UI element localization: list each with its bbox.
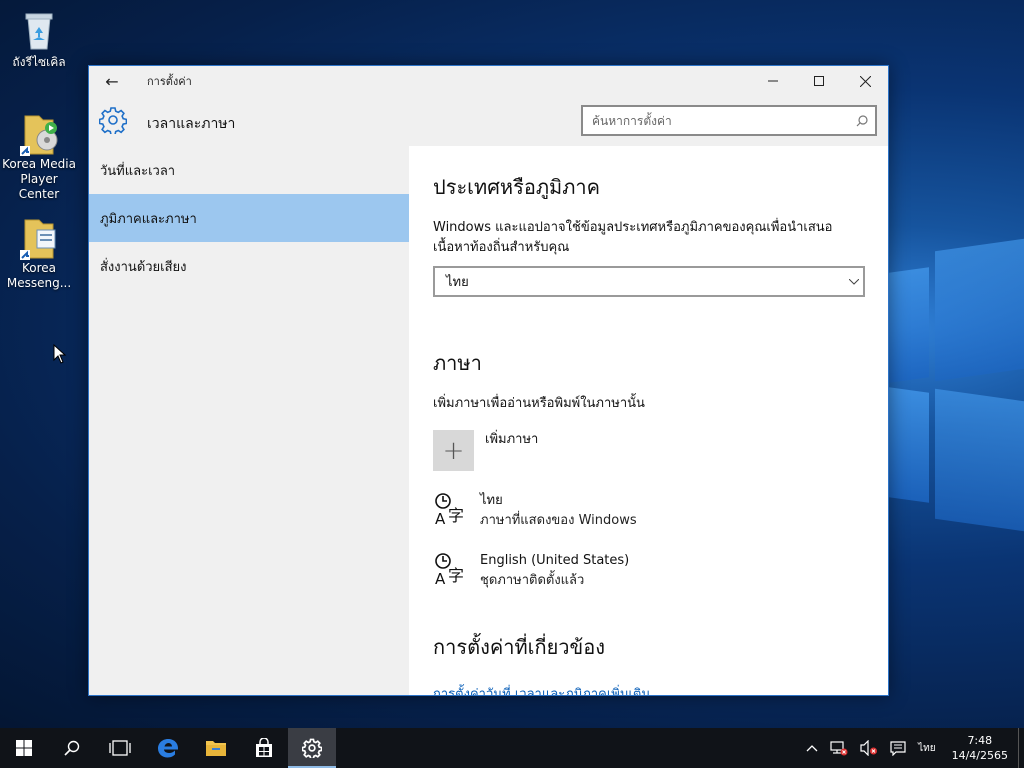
svg-text:A: A [435, 570, 446, 587]
sidebar: วันที่และเวลา ภูมิภาคและภาษา สั่งงานด้วย… [89, 146, 409, 695]
network-button[interactable] [824, 728, 854, 768]
search-box[interactable] [581, 105, 877, 136]
sidebar-item-label: ภูมิภาคและภาษา [100, 211, 197, 227]
title-bar[interactable]: ← การตั้งค่า [89, 66, 888, 96]
sidebar-item-region-language[interactable]: ภูมิภาคและภาษา [89, 194, 409, 242]
edge-browser-icon [158, 739, 179, 758]
network-disconnected-icon [830, 741, 848, 756]
related-settings-heading: การตั้งค่าที่เกี่ยวข้อง [433, 635, 605, 659]
page-title: เวลาและภาษา [147, 116, 236, 132]
add-language-label: เพิ่มภาษา [485, 432, 539, 447]
minimize-icon [768, 80, 778, 82]
show-hidden-icons-button[interactable] [800, 728, 824, 768]
task-view-icon [109, 740, 131, 756]
back-arrow-icon: ← [105, 71, 119, 91]
taskbar: ไทย 7:48 14/4/2565 [0, 728, 1024, 768]
region-description: Windows และแอปอาจใช้ข้อมูลประเทศหรือภูมิ… [433, 220, 833, 255]
search-icon [64, 740, 80, 756]
taskbar-edge-button[interactable] [144, 728, 192, 768]
back-button[interactable]: ← [89, 66, 135, 96]
clock[interactable]: 7:48 14/4/2565 [942, 733, 1018, 763]
sidebar-item-label: วันที่และเวลา [100, 163, 176, 179]
system-tray: ไทย 7:48 14/4/2565 [800, 728, 1024, 768]
taskbar-settings-button[interactable] [288, 728, 336, 768]
additional-date-time-region-link[interactable]: การตั้งค่าวันที่ เวลาและภูมิภาคเพิ่มเติม [433, 683, 888, 695]
volume-muted-icon [860, 740, 878, 756]
action-center-button[interactable] [884, 728, 912, 768]
input-language-indicator[interactable]: ไทย [912, 728, 941, 768]
language-item-english[interactable]: A 字 English (United States) ชุดภาษาติดตั… [433, 551, 888, 591]
clock-time: 7:48 [967, 734, 993, 747]
close-button[interactable] [842, 66, 888, 96]
language-icon: A 字 [433, 491, 467, 528]
window-controls [750, 66, 888, 96]
region-heading: ประเทศหรือภูมิภาค [433, 175, 600, 199]
add-language-button[interactable]: + เพิ่มภาษา [433, 430, 888, 471]
folder-icon [206, 741, 226, 756]
minimize-button[interactable] [750, 66, 796, 96]
desktop-icon-label: Korea Messeng... [6, 261, 72, 290]
desktop-icon-media-player[interactable]: Korea Media Player Center [0, 110, 79, 202]
svg-text:A: A [435, 510, 446, 527]
wallpaper-logo-pane [889, 387, 929, 503]
messenger-shortcut-icon [17, 214, 61, 260]
desktop-icon-recycle-bin[interactable]: ถังรีไซเคิล [0, 8, 79, 70]
country-region-value: ไทย [446, 275, 469, 290]
recycle-bin-icon [17, 8, 61, 52]
sidebar-item-speech[interactable]: สั่งงานด้วยเสียง [89, 242, 409, 290]
maximize-button[interactable] [796, 66, 842, 96]
taskbar-search-button[interactable] [48, 728, 96, 768]
language-status: ภาษาที่แสดงของ Windows [480, 513, 637, 528]
taskbar-store-button[interactable] [240, 728, 288, 768]
svg-text:字: 字 [448, 506, 464, 525]
wallpaper-logo-pane [935, 388, 1024, 532]
start-button[interactable] [0, 728, 48, 768]
store-icon [256, 738, 272, 757]
close-icon [859, 75, 871, 87]
language-name: ไทย [480, 493, 503, 508]
chevron-up-icon [806, 745, 818, 752]
sidebar-item-label: สั่งงานด้วยเสียง [100, 259, 187, 275]
media-player-shortcut-icon [17, 110, 61, 156]
desktop-icon-label: ถังรีไซเคิล [12, 55, 66, 69]
settings-header: เวลาและภาษา [89, 96, 888, 146]
language-item-thai[interactable]: A 字 ไทย ภาษาที่แสดงของ Windows [433, 491, 888, 531]
country-region-dropdown[interactable]: ไทย [433, 266, 865, 297]
desktop-icon-label: Korea Media Player Center [2, 157, 76, 201]
language-description: เพิ่มภาษาเพื่ออ่านหรือพิมพ์ในภาษานั้น [433, 396, 645, 411]
taskbar-file-explorer-button[interactable] [192, 728, 240, 768]
chevron-down-icon [849, 278, 859, 285]
search-icon[interactable] [849, 108, 875, 134]
window-title: การตั้งค่า [147, 75, 192, 88]
gear-icon [302, 738, 322, 758]
maximize-icon [814, 76, 824, 86]
wallpaper-logo-pane [935, 238, 1024, 382]
settings-window: ← การตั้งค่า เวลาและภาษา ค้นหาการตั้งค่า… [88, 65, 889, 696]
mouse-cursor-icon [53, 344, 67, 364]
show-desktop-button[interactable] [1018, 728, 1024, 768]
desktop-icon-messenger[interactable]: Korea Messeng... [0, 214, 79, 291]
language-name: English (United States) [480, 553, 630, 568]
task-view-button[interactable] [96, 728, 144, 768]
svg-text:字: 字 [448, 566, 464, 585]
sidebar-item-date-time[interactable]: วันที่และเวลา [89, 146, 409, 194]
content-pane: ประเทศหรือภูมิภาค Windows และแอปอาจใช้ข้… [409, 146, 888, 695]
language-icon: A 字 [433, 551, 467, 588]
plus-icon: + [433, 430, 474, 471]
notification-icon [890, 740, 906, 756]
language-status: ชุดภาษาติดตั้งแล้ว [480, 573, 585, 588]
windows-logo-icon [16, 740, 32, 756]
wallpaper-logo-pane [889, 267, 929, 383]
language-heading: ภาษา [433, 351, 482, 375]
gear-icon [99, 107, 127, 134]
clock-date: 14/4/2565 [951, 749, 1008, 762]
volume-button[interactable] [854, 728, 884, 768]
search-input[interactable] [583, 107, 849, 134]
